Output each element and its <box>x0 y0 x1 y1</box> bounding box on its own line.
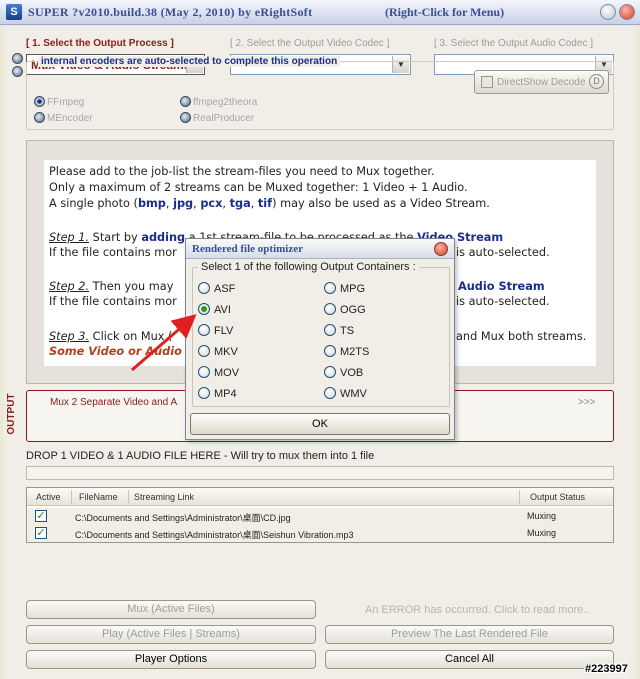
arrow-icon <box>131 314 197 372</box>
annotation-arrow <box>131 314 197 372</box>
